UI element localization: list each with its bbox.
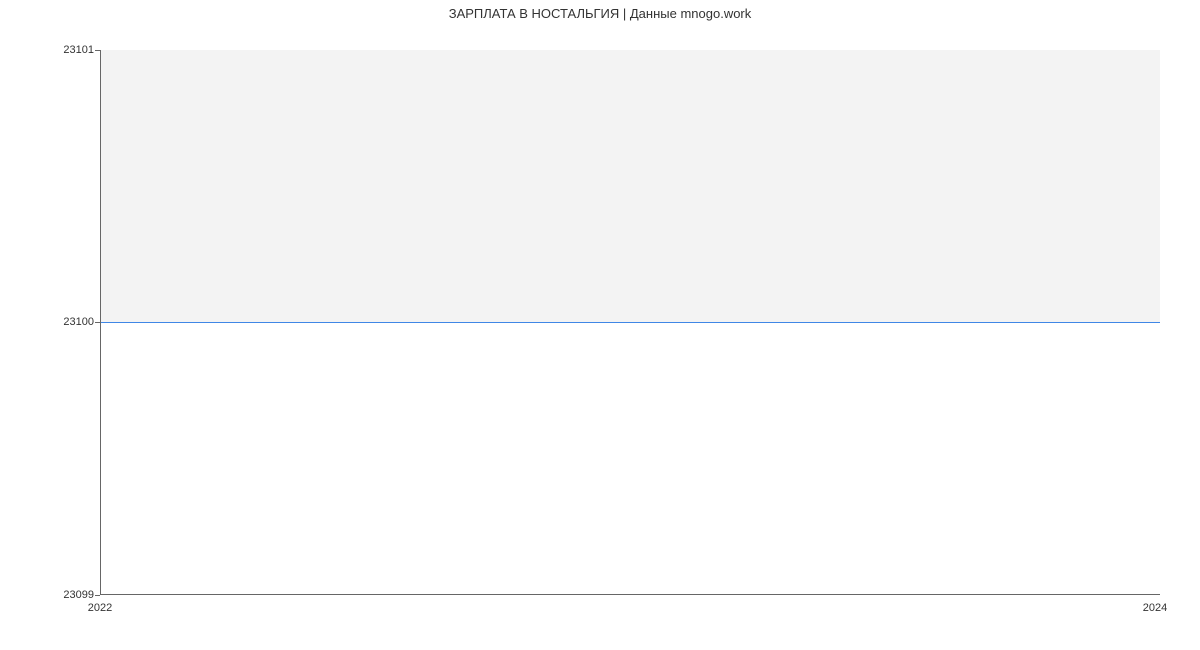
- y-tick-label: 23099: [63, 589, 94, 601]
- line-series: [101, 322, 1160, 323]
- y-tick-mark: [95, 50, 100, 51]
- y-tick-label: 23100: [63, 316, 94, 328]
- y-tick-mark: [95, 322, 100, 323]
- area-fill: [101, 50, 1160, 322]
- plot-area: [100, 50, 1160, 595]
- y-tick-label: 23101: [63, 44, 94, 56]
- chart-title: ЗАРПЛАТА В НОСТАЛЬГИЯ | Данные mnogo.wor…: [0, 6, 1200, 21]
- x-tick-label: 2024: [1143, 602, 1167, 614]
- y-tick-mark: [95, 595, 100, 596]
- x-tick-label: 2022: [88, 602, 112, 614]
